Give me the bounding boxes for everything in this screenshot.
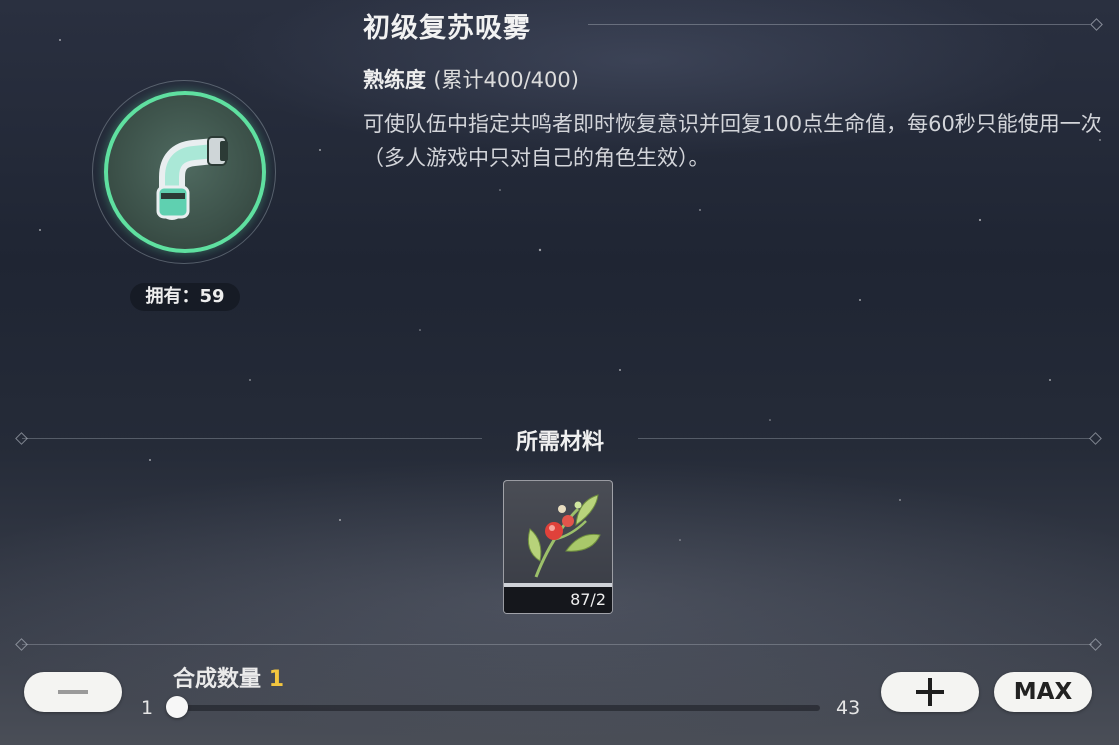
slider-min-label: 1 — [141, 697, 154, 719]
materials-title: 所需材料 — [515, 430, 604, 455]
inhaler-icon — [156, 136, 228, 220]
plus-icon — [916, 678, 944, 706]
owned-count: 拥有：59 — [130, 283, 240, 311]
quantity-slider-track[interactable] — [170, 705, 820, 711]
title-divider-diamond — [1090, 18, 1103, 31]
materials-divider-left-diamond — [15, 432, 28, 445]
item-title: 初级复苏吸雾 — [363, 13, 531, 44]
increase-button[interactable] — [881, 672, 979, 712]
controls-divider — [22, 644, 1092, 645]
max-button[interactable]: MAX — [994, 672, 1092, 712]
proficiency: 熟练度 (累计400/400) — [363, 64, 579, 94]
proficiency-label: 熟练度 — [363, 68, 426, 92]
quantity-slider-thumb[interactable] — [166, 696, 188, 718]
controls-divider-left-diamond — [15, 638, 28, 651]
material-slot[interactable]: 87/2 — [503, 480, 613, 614]
decrease-button[interactable] — [24, 672, 122, 712]
materials-divider-right-diamond — [1089, 432, 1102, 445]
controls-divider-right-diamond — [1089, 638, 1102, 651]
item-icon-frame — [104, 91, 266, 253]
materials-divider-right — [638, 438, 1090, 439]
materials-divider-left — [22, 438, 482, 439]
item-description: 可使队伍中指定共鸣者即时恢复意识并回复100点生命值，每60秒只能使用一次（多人… — [363, 112, 1102, 170]
proficiency-value: (累计400/400) — [433, 68, 579, 92]
material-count: 87/2 — [504, 587, 612, 613]
minus-icon — [58, 690, 88, 694]
title-divider — [588, 24, 1090, 25]
slider-max-label: 43 — [836, 697, 861, 719]
red-berry-herb-icon — [527, 494, 601, 578]
craft-quantity-label: 合成数量 — [173, 667, 262, 692]
craft-quantity: 合成数量 1 — [173, 661, 284, 693]
craft-quantity-value: 1 — [268, 667, 284, 692]
